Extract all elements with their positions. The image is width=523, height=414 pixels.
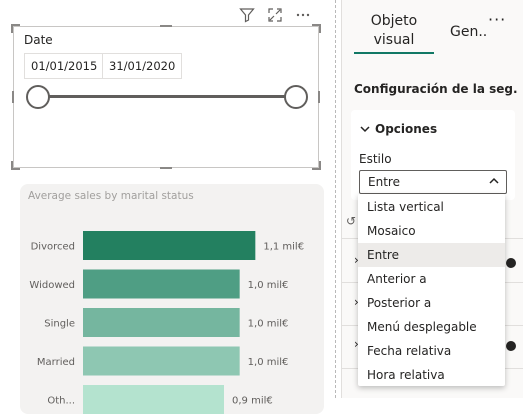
- dropdown-option[interactable]: Hora relativa: [358, 363, 505, 387]
- style-dropdown-list: Lista vertical Mosaico Entre Anterior a Post…: [358, 194, 505, 386]
- bar[interactable]: [83, 308, 240, 337]
- category-label: Divorced: [31, 242, 75, 253]
- dropdown-option-label: Mosaico: [367, 224, 416, 238]
- chevron-up-icon: [489, 177, 499, 184]
- filter-icon[interactable]: [238, 6, 256, 24]
- options-title: Opciones: [375, 122, 438, 136]
- dropdown-option-label: Anterior a: [367, 272, 427, 286]
- section-title: Configuración de la seg...: [354, 82, 518, 96]
- bar[interactable]: [83, 231, 256, 260]
- focus-mode-icon[interactable]: [266, 6, 284, 24]
- resize-corner[interactable]: [312, 24, 321, 33]
- bar[interactable]: [83, 269, 240, 299]
- data-label: 0,9 mil€: [232, 396, 273, 407]
- data-label: 1,0 mil€: [248, 280, 289, 291]
- dropdown-option-label: Hora relativa: [367, 368, 445, 382]
- category-label: Oth...: [47, 396, 75, 407]
- dropdown-option[interactable]: Anterior a: [358, 267, 505, 291]
- dropdown-option-label: Menú desplegable: [367, 320, 477, 334]
- dropdown-option[interactable]: Entre: [358, 243, 505, 267]
- style-select[interactable]: Entre: [359, 170, 507, 194]
- tab-visual-label-line2: visual: [373, 32, 415, 48]
- resize-corner[interactable]: [312, 161, 321, 170]
- toggle-icon[interactable]: [506, 341, 516, 351]
- resize-handle-bottom[interactable]: [160, 167, 172, 169]
- style-label: Estilo: [359, 152, 392, 166]
- dropdown-option[interactable]: Posterior a: [358, 291, 505, 315]
- bar-chart-plot: Divorced 1,1 mil€ Widowed 1,0 mil€ Single 1,0…: [29, 231, 304, 414]
- options-header[interactable]: Opciones: [359, 122, 437, 136]
- range-start-handle[interactable]: [26, 85, 50, 109]
- pane-more-options[interactable]: ···: [488, 10, 506, 29]
- data-label: 1,0 mil€: [248, 357, 289, 368]
- toggle-icon[interactable]: [506, 258, 516, 268]
- chevron-down-icon: [360, 126, 370, 133]
- canvas-divider: [335, 0, 336, 398]
- section-slicer-settings[interactable]: Configuración de la seg...: [350, 82, 518, 96]
- tab-visual-label-line1: Objeto: [370, 13, 418, 29]
- dropdown-option-label: Posterior a: [367, 296, 432, 310]
- dropdown-option[interactable]: Menú desplegable: [358, 315, 505, 339]
- more-options-icon[interactable]: [294, 6, 312, 24]
- bar[interactable]: [83, 385, 224, 414]
- tab-general[interactable]: Gen..: [450, 24, 487, 40]
- range-end-handle[interactable]: [284, 85, 308, 109]
- style-select-value: Entre: [368, 175, 400, 189]
- category-label: Single: [44, 319, 75, 330]
- resize-corner[interactable]: [11, 161, 20, 170]
- tab-visual[interactable]: Objeto visual: [354, 12, 434, 50]
- range-track[interactable]: [38, 95, 298, 98]
- data-label: 1,0 mil€: [248, 319, 289, 330]
- dropdown-option[interactable]: Fecha relativa: [358, 339, 505, 363]
- start-date-input[interactable]: 01/01/2015: [24, 53, 105, 79]
- resize-handle-left[interactable]: [12, 91, 14, 103]
- date-slicer[interactable]: Date 01/01/2015 31/01/2020: [11, 24, 321, 170]
- resize-corner[interactable]: [11, 24, 20, 33]
- visual-header: [238, 6, 312, 24]
- slicer-title: Date: [24, 33, 53, 47]
- resize-handle-right[interactable]: [318, 91, 320, 103]
- report-canvas: Date 01/01/2015 31/01/2020 Average sales…: [0, 0, 340, 414]
- category-label: Widowed: [29, 280, 75, 291]
- options-card: Opciones Estilo Entre: [351, 110, 515, 200]
- reset-icon[interactable]: ↺: [346, 214, 356, 228]
- dropdown-option-label: Fecha relativa: [367, 344, 452, 358]
- bar-chart[interactable]: Average sales by marital status Divorced…: [20, 184, 324, 414]
- dropdown-option[interactable]: Mosaico: [358, 219, 505, 243]
- active-tab-indicator: [354, 52, 434, 54]
- data-label: 1,1 mil€: [263, 242, 304, 253]
- bar[interactable]: [83, 346, 240, 376]
- category-label: Married: [37, 357, 75, 368]
- dropdown-option-label: Lista vertical: [367, 200, 444, 214]
- dropdown-option-label: Entre: [367, 248, 399, 262]
- resize-handle-top[interactable]: [160, 25, 172, 27]
- end-date-input[interactable]: 31/01/2020: [102, 53, 183, 79]
- dropdown-option[interactable]: Lista vertical: [358, 195, 505, 219]
